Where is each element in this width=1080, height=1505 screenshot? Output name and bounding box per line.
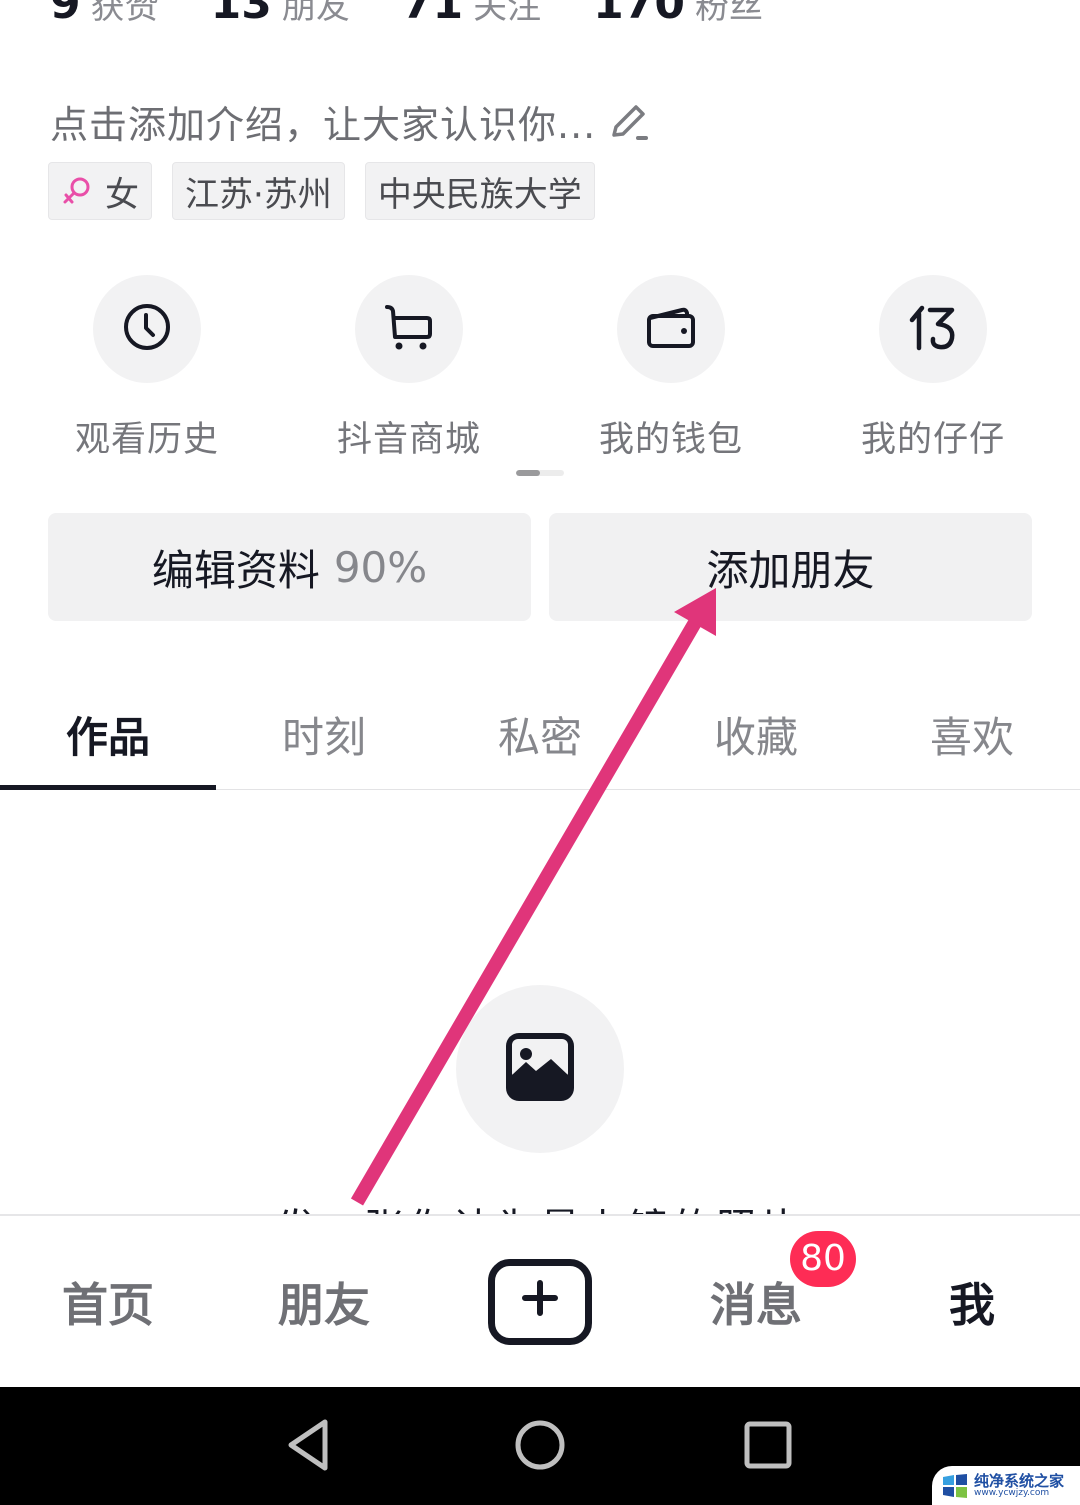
pencil-icon[interactable] [606, 99, 652, 145]
tab-works[interactable]: 作品 [0, 690, 216, 790]
tab-private[interactable]: 私密 [432, 690, 648, 789]
bottom-nav: 首页 朋友 消息 80 我 [0, 1214, 1080, 1387]
cart-icon [383, 301, 435, 357]
home-circle-icon [513, 1418, 567, 1476]
shortcut-wallet[interactable]: 我的钱包 [540, 275, 802, 462]
unread-badge: 80 [790, 1230, 856, 1287]
shortcut-icon-bg [355, 275, 463, 383]
stat-value: 170 [593, 0, 685, 29]
tag-school: 中央民族大学 [364, 162, 595, 220]
windows-logo-icon [942, 1473, 968, 1498]
tag-label: 江苏·苏州 [185, 174, 332, 215]
shortcut-page-indicator [516, 470, 564, 476]
nav-me[interactable]: 我 [864, 1269, 1080, 1335]
nav-label: 首页 [62, 1277, 154, 1332]
nav-create[interactable] [432, 1258, 648, 1345]
tab-label: 喜欢 [929, 713, 1014, 762]
tab-moments[interactable]: 时刻 [216, 690, 432, 789]
tab-label: 时刻 [281, 713, 366, 762]
stat-label: 关注 [473, 0, 542, 27]
image-icon [504, 1031, 576, 1107]
bio-placeholder: 点击添加介绍，让大家认识你... [50, 103, 597, 147]
system-navigation-bar [0, 1387, 1080, 1505]
profile-tags: 女 江苏·苏州 中央民族大学 [48, 162, 595, 220]
stat-label: 粉丝 [694, 0, 763, 27]
stat-likes[interactable]: 9 获赞 [50, 0, 159, 29]
stat-label: 朋友 [281, 0, 350, 27]
shortcut-label: 抖音商城 [336, 420, 481, 460]
home-button[interactable] [510, 1417, 570, 1477]
shortcut-icon-bg [93, 275, 201, 383]
shortcut-douyin-mall[interactable]: 抖音商城 [278, 275, 540, 462]
watermark-url: www.ycwjzy.com [974, 1487, 1050, 1498]
add-friend-label: 添加朋友 [706, 545, 875, 595]
page-indicator-fill [516, 470, 540, 476]
nav-label: 消息 [710, 1277, 802, 1332]
zaizai-icon [906, 302, 960, 356]
tag-gender: 女 [48, 162, 152, 220]
nav-label: 朋友 [278, 1277, 370, 1332]
add-friend-button[interactable]: 添加朋友 [549, 513, 1032, 621]
nav-home[interactable]: 首页 [0, 1269, 216, 1335]
tag-location: 江苏·苏州 [172, 162, 345, 220]
stat-value: 9 [50, 0, 81, 29]
shortcut-label: 我的钱包 [598, 420, 743, 460]
action-buttons: 编辑资料 90% 添加朋友 [48, 513, 1032, 621]
back-triangle-icon [285, 1418, 335, 1476]
watermark: 纯净系统之家 www.ycwjzy.com [932, 1466, 1080, 1505]
stat-label: 获赞 [90, 0, 159, 27]
tab-label: 收藏 [713, 713, 798, 762]
tag-label: 女 [105, 174, 139, 215]
stat-value: 71 [401, 0, 464, 29]
shortcut-zaizai[interactable]: 我的仔仔 [802, 275, 1064, 462]
tab-label: 作品 [65, 713, 150, 762]
shortcut-watch-history[interactable]: 观看历史 [16, 275, 278, 462]
edit-profile-label: 编辑资料 [151, 545, 320, 595]
profile-completion: 90% [333, 542, 428, 592]
edit-profile-button[interactable]: 编辑资料 90% [48, 513, 531, 621]
nav-friends[interactable]: 朋友 [216, 1269, 432, 1335]
stat-friends[interactable]: 13 朋友 [211, 0, 350, 29]
back-button[interactable] [280, 1417, 340, 1477]
shortcut-label: 我的仔仔 [860, 420, 1005, 460]
shortcuts-row: 观看历史 抖音商城 我的钱包 我的仔仔 [0, 275, 1080, 462]
recents-button[interactable] [738, 1417, 798, 1477]
recents-square-icon [743, 1420, 793, 1474]
female-icon [61, 175, 93, 207]
tab-favorites[interactable]: 收藏 [648, 690, 864, 789]
tab-label: 私密 [497, 713, 582, 762]
wallet-icon [644, 302, 698, 356]
shortcut-icon-bg [617, 275, 725, 383]
plus-icon [520, 1275, 560, 1329]
create-button[interactable] [488, 1258, 592, 1345]
tab-likes[interactable]: 喜欢 [864, 690, 1080, 789]
nav-messages[interactable]: 消息 80 [648, 1230, 864, 1335]
nav-label: 我 [949, 1277, 995, 1332]
stat-value: 13 [210, 0, 272, 29]
watermark-title: 纯净系统之家 [974, 1471, 1065, 1490]
shortcut-label: 观看历史 [74, 420, 219, 460]
shortcut-icon-bg [879, 275, 987, 383]
clock-icon [122, 302, 172, 356]
stat-following[interactable]: 71 关注 [402, 0, 541, 29]
stats-row: 9 获赞 13 朋友 71 关注 170 粉丝 [50, 0, 763, 29]
empty-state-icon-bg[interactable] [456, 985, 624, 1153]
content-tabs: 作品 时刻 私密 收藏 喜欢 [0, 690, 1080, 790]
tag-label: 中央民族大学 [377, 174, 582, 215]
stat-followers[interactable]: 170 粉丝 [593, 0, 763, 29]
bio-row[interactable]: 点击添加介绍，让大家认识你... [50, 94, 652, 149]
